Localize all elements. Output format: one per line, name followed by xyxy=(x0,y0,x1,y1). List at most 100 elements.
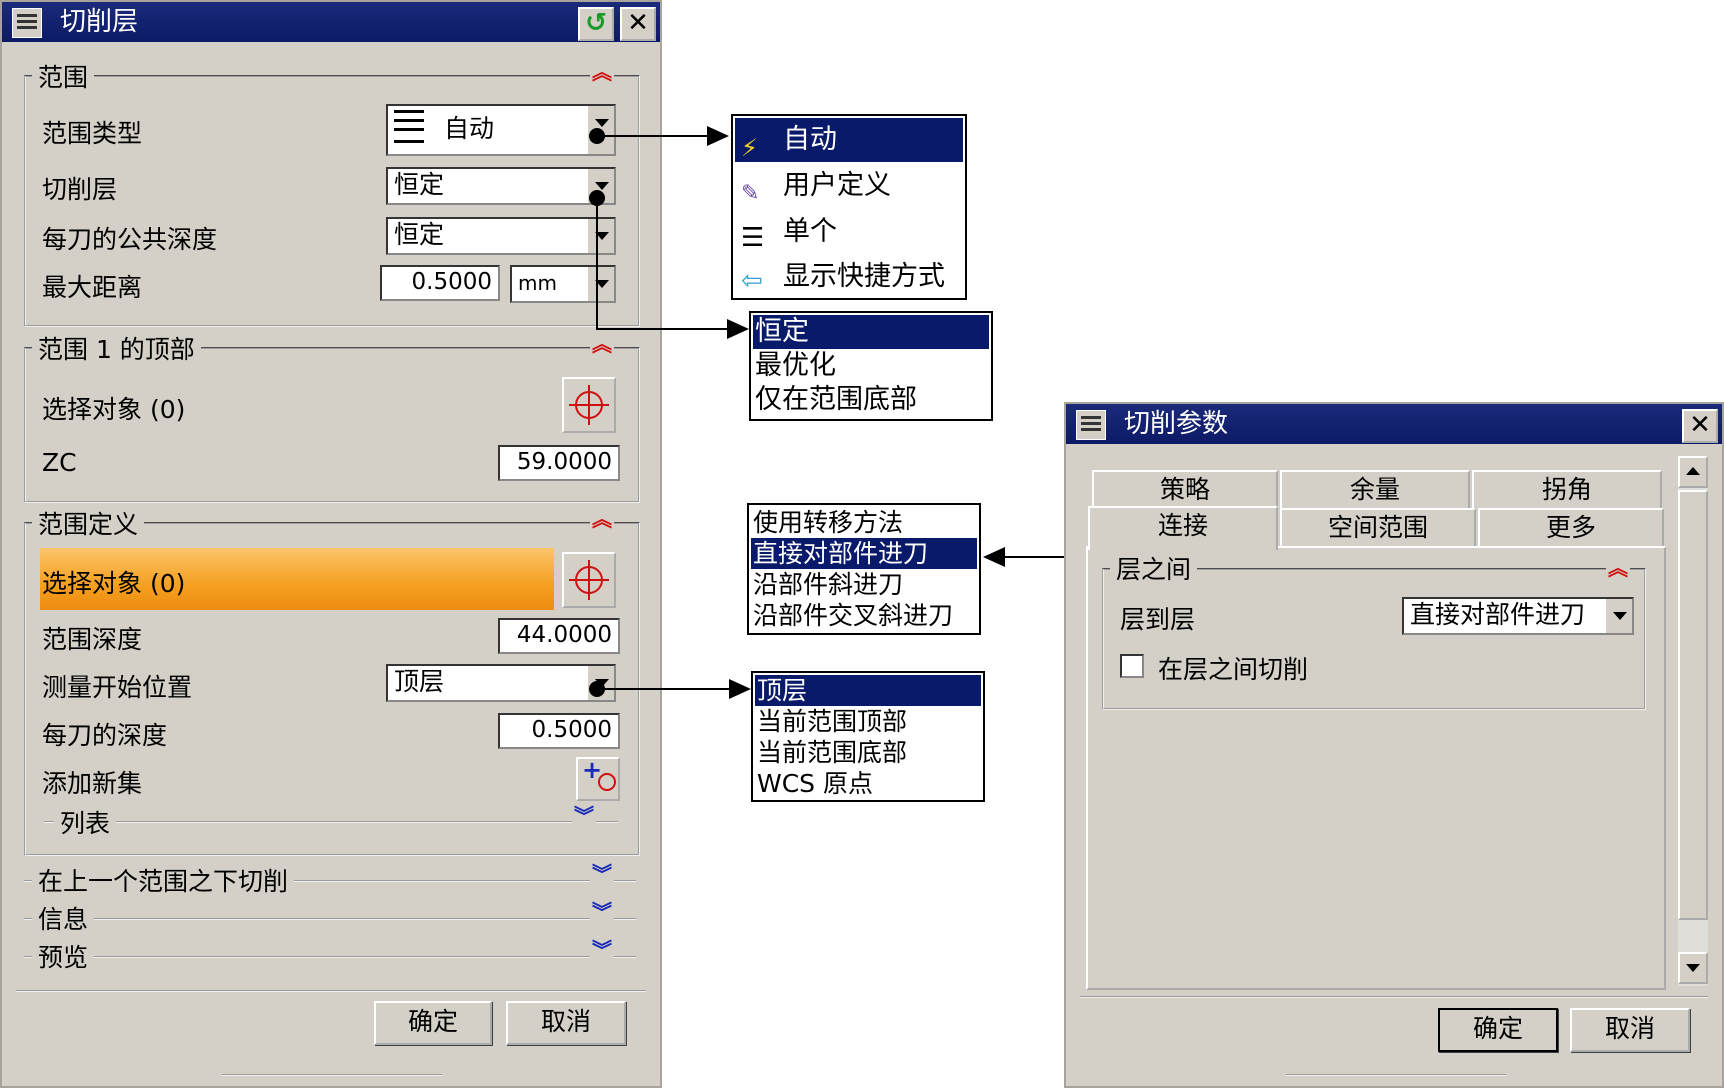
callout-arrow xyxy=(983,547,1005,567)
arrow-up-icon xyxy=(1686,467,1700,475)
engage-option-cross-ramp[interactable]: 沿部件交叉斜进刀 xyxy=(751,600,977,631)
cut-parameters-dialog: 切削参数 ✕ 策略 余量 拐角 连接 空间范围 更多 层之间 ︽ 层到层 直接对… xyxy=(1064,402,1724,1088)
callout-arrow xyxy=(707,126,729,146)
measure-start-value: 顶层 xyxy=(394,667,445,696)
preview-section-title[interactable]: 预览 xyxy=(32,938,95,974)
title-bar: 切削参数 ✕ xyxy=(1066,404,1722,444)
scroll-thumb[interactable] xyxy=(1678,490,1708,920)
scroll-down-button[interactable] xyxy=(1678,952,1708,984)
range-type-option-auto[interactable]: ⚡ 自动 xyxy=(735,118,963,162)
ok-button[interactable]: 确定 xyxy=(374,1001,492,1045)
cancel-button[interactable]: 取消 xyxy=(506,1001,626,1045)
cut-layer-label: 切削层 xyxy=(42,175,118,204)
measure-start-select[interactable]: 顶层 xyxy=(386,664,616,702)
cut-layer-option-bottom-only[interactable]: 仅在范围底部 xyxy=(753,383,989,417)
cut-layer-popup: 恒定 最优化 仅在范围底部 xyxy=(749,311,993,421)
list-subsection-line xyxy=(44,821,618,823)
cut-below-previous-title[interactable]: 在上一个范围之下切削 xyxy=(32,862,295,898)
select-range-point-button[interactable] xyxy=(562,552,616,608)
range-type-option-user[interactable]: ✎ 用户定义 xyxy=(735,164,963,208)
callout-line xyxy=(596,197,598,329)
callout-line xyxy=(597,688,729,690)
between-levels-title: 层之间 xyxy=(1110,550,1198,586)
range-type-option-single[interactable]: ☰ 单个 xyxy=(735,210,963,254)
max-distance-label: 最大距离 xyxy=(42,273,143,302)
expand-cut-below-icon[interactable]: ︾ xyxy=(590,864,614,894)
resize-grip[interactable] xyxy=(1286,1074,1506,1082)
cut-layer-select[interactable]: 恒定 xyxy=(386,167,616,205)
cut-layer-option-optimized[interactable]: 最优化 xyxy=(753,349,989,383)
layer-to-layer-select[interactable]: 直接对部件进刀 xyxy=(1402,597,1634,635)
common-depth-label: 每刀的公共深度 xyxy=(42,225,218,254)
callout-arrow xyxy=(727,319,749,339)
callout-line xyxy=(597,135,709,137)
menu-icon[interactable] xyxy=(1076,410,1106,440)
common-depth-dropdown-button[interactable] xyxy=(586,219,614,253)
range-type-select[interactable]: 自动 xyxy=(386,104,616,156)
cut-layer-value: 恒定 xyxy=(394,170,445,199)
select-point-button[interactable] xyxy=(562,377,616,433)
engage-option-ramp[interactable]: 沿部件斜进刀 xyxy=(751,569,977,600)
info-section-title[interactable]: 信息 xyxy=(32,900,95,936)
arrow-down-icon xyxy=(1686,964,1700,972)
expand-preview-icon[interactable]: ︾ xyxy=(590,940,614,970)
tab-connections[interactable]: 连接 xyxy=(1088,506,1278,550)
cut-layer-option-constant[interactable]: 恒定 xyxy=(753,315,989,349)
measure-option-range-top[interactable]: 当前范围顶部 xyxy=(755,706,981,737)
auto-range-icon xyxy=(394,110,424,143)
max-distance-input[interactable]: 0.5000 xyxy=(380,265,500,301)
range-depth-input[interactable]: 44.0000 xyxy=(498,618,620,654)
range-type-option-shortcuts[interactable]: ⇦ 显示快捷方式 xyxy=(735,256,963,298)
depth-per-cut-input[interactable]: 0.5000 xyxy=(498,713,620,749)
measure-option-top[interactable]: 顶层 xyxy=(755,675,981,706)
reset-icon[interactable]: ↺ xyxy=(578,7,614,41)
tab-containment[interactable]: 空间范围 xyxy=(1280,508,1476,546)
range-definition-title: 范围定义 xyxy=(32,505,145,541)
dialog-title: 切削参数 xyxy=(1124,409,1229,439)
unit-value: mm xyxy=(518,271,557,295)
scroll-up-button[interactable] xyxy=(1678,456,1708,488)
measure-option-range-bottom[interactable]: 当前范围底部 xyxy=(755,737,981,768)
engage-option-transfer[interactable]: 使用转移方法 xyxy=(751,507,977,538)
range-depth-label: 范围深度 xyxy=(42,625,143,654)
collapse-range-icon[interactable]: ︽ xyxy=(590,62,614,92)
tab-strategy[interactable]: 策略 xyxy=(1092,470,1278,508)
unit-dropdown-button[interactable] xyxy=(586,267,614,301)
range-type-label: 范围类型 xyxy=(42,119,143,148)
common-depth-select[interactable]: 恒定 xyxy=(386,217,616,255)
separator xyxy=(1080,996,1708,998)
collapse-range-top-icon[interactable]: ︽ xyxy=(590,334,614,364)
vertical-scrollbar[interactable] xyxy=(1678,456,1708,986)
layer-to-layer-dropdown-button[interactable] xyxy=(1604,599,1632,633)
zc-label: ZC xyxy=(42,448,77,477)
tab-corners[interactable]: 拐角 xyxy=(1472,470,1662,508)
engage-option-direct[interactable]: 直接对部件进刀 xyxy=(751,538,977,569)
expand-list-icon[interactable]: ︾ xyxy=(572,806,596,836)
measure-option-wcs-origin[interactable]: WCS 原点 xyxy=(755,768,981,799)
shortcut-arrow-icon: ⇦ xyxy=(741,266,763,296)
separator xyxy=(16,990,646,992)
menu-icon[interactable] xyxy=(12,8,42,38)
add-new-set-label: 添加新集 xyxy=(42,769,143,798)
collapse-range-def-icon[interactable]: ︽ xyxy=(590,509,614,539)
common-depth-value: 恒定 xyxy=(394,220,445,249)
tab-more[interactable]: 更多 xyxy=(1478,508,1664,546)
ok-button[interactable]: 确定 xyxy=(1438,1008,1558,1052)
close-icon[interactable]: ✕ xyxy=(620,7,656,41)
unit-select[interactable]: mm xyxy=(510,265,616,303)
zc-input[interactable]: 59.0000 xyxy=(498,445,620,481)
expand-info-icon[interactable]: ︾ xyxy=(590,902,614,932)
cut-between-checkbox[interactable] xyxy=(1120,654,1144,678)
dialog-title: 切削层 xyxy=(60,7,139,37)
collapse-between-levels-icon[interactable]: ︽ xyxy=(1606,558,1630,588)
tab-stock[interactable]: 余量 xyxy=(1280,470,1470,508)
collapsed-section-line xyxy=(24,956,636,958)
cancel-button[interactable]: 取消 xyxy=(1570,1008,1690,1052)
title-bar: 切削层 ↺ ✕ xyxy=(2,2,660,42)
depth-per-cut-label: 每刀的深度 xyxy=(42,721,168,750)
resize-grip[interactable] xyxy=(222,1074,442,1082)
add-new-set-button[interactable]: + xyxy=(576,757,620,801)
range-type-popup: ⚡ 自动 ✎ 用户定义 ☰ 单个 ⇦ 显示快捷方式 xyxy=(731,114,967,300)
layer-to-layer-value: 直接对部件进刀 xyxy=(1410,600,1586,629)
close-icon[interactable]: ✕ xyxy=(1682,409,1718,443)
